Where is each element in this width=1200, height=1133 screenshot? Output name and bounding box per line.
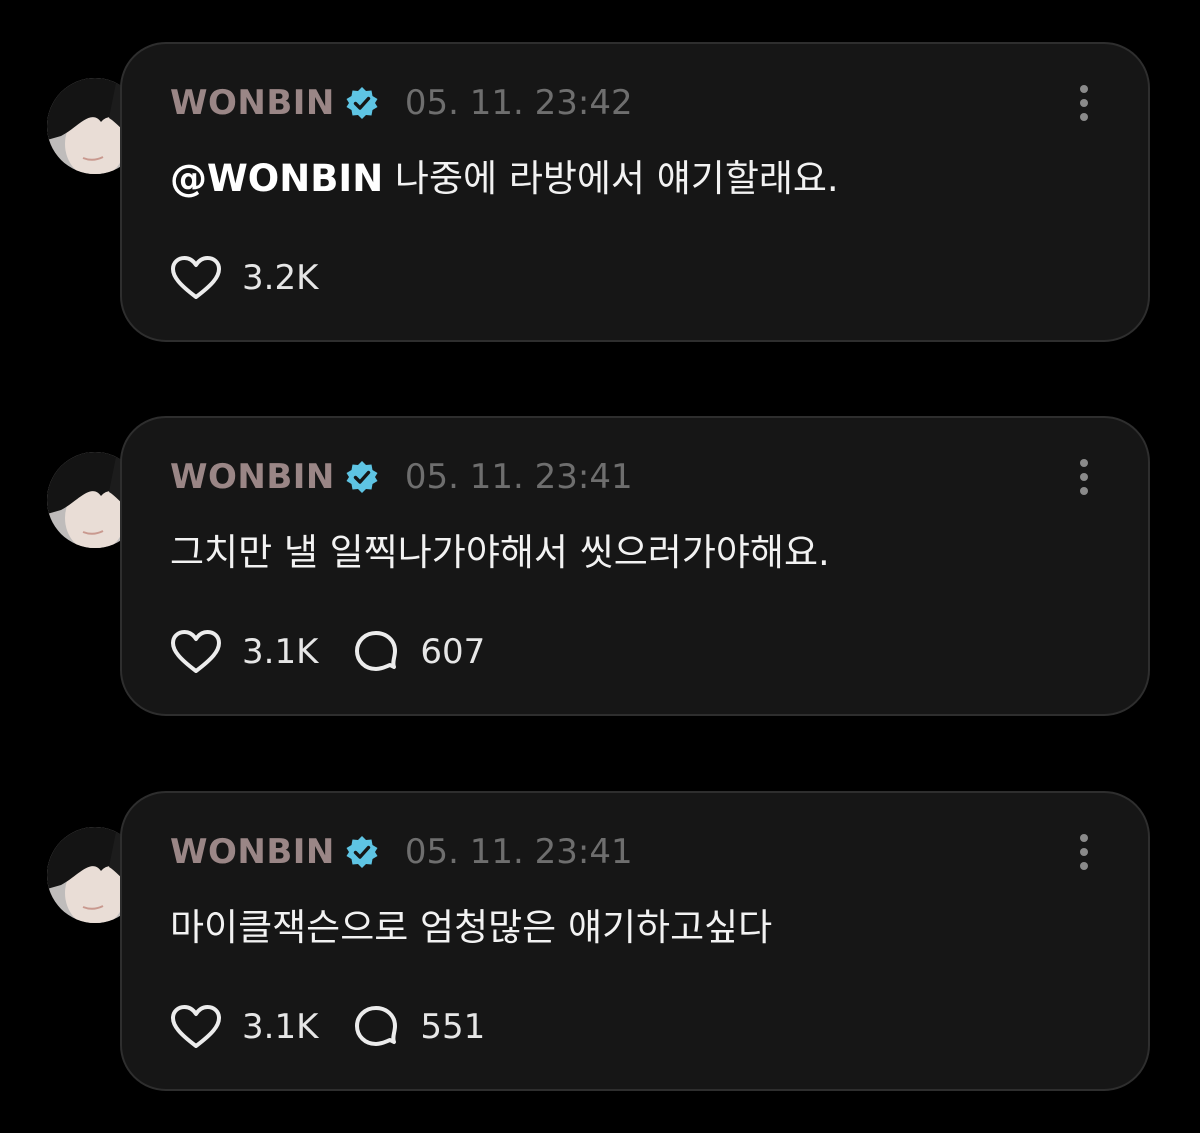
post[interactable]: WONBIN 05. 11. 23:41 그치만 낼 일찍나가야해서 씻으러가야…	[0, 416, 1200, 718]
verified-badge-icon	[345, 460, 379, 494]
more-options-icon[interactable]	[1072, 831, 1096, 873]
username[interactable]: WONBIN	[170, 832, 335, 872]
post-actions: 3.1K 551	[170, 1003, 519, 1051]
like-button[interactable]: 3.1K	[170, 1004, 318, 1050]
comment-bubble-icon	[355, 1006, 398, 1046]
like-count: 3.1K	[242, 632, 319, 672]
comment-bubble-icon	[355, 631, 398, 671]
like-button[interactable]: 3.2K	[170, 255, 318, 301]
timestamp: 05. 11. 23:41	[404, 457, 633, 497]
more-options-icon[interactable]	[1072, 456, 1096, 498]
timestamp: 05. 11. 23:42	[404, 83, 633, 123]
post-card[interactable]: WONBIN 05. 11. 23:42 @WONBIN 나중에 라방에서 얘기…	[120, 42, 1150, 342]
post-card[interactable]: WONBIN 05. 11. 23:41 마이클잭슨으로 엄청많은 얘기하고싶다	[120, 791, 1150, 1091]
post-text: @WONBIN 나중에 라방에서 얘기할래요.	[170, 148, 839, 202]
heart-icon	[171, 256, 221, 299]
heart-icon	[171, 1005, 221, 1048]
username[interactable]: WONBIN	[170, 83, 335, 123]
reply-count: 607	[420, 632, 486, 672]
verified-badge-icon	[345, 86, 379, 120]
reply-button[interactable]: 607	[352, 629, 485, 675]
post-text-content: 나중에 라방에서 얘기할래요.	[383, 157, 839, 200]
post[interactable]: WONBIN 05. 11. 23:42 @WONBIN 나중에 라방에서 얘기…	[0, 42, 1200, 344]
post-actions: 3.1K 607	[170, 628, 519, 676]
timestamp: 05. 11. 23:41	[404, 832, 633, 872]
post-text: 마이클잭슨으로 엄청많은 얘기하고싶다	[170, 906, 773, 949]
like-count: 3.2K	[242, 258, 319, 298]
post[interactable]: WONBIN 05. 11. 23:41 마이클잭슨으로 엄청많은 얘기하고싶다	[0, 791, 1200, 1093]
post-header: WONBIN 05. 11. 23:42	[170, 80, 633, 126]
reply-button[interactable]: 551	[352, 1004, 485, 1050]
post-header: WONBIN 05. 11. 23:41	[170, 454, 633, 500]
like-count: 3.1K	[242, 1007, 319, 1047]
like-button[interactable]: 3.1K	[170, 629, 318, 675]
reply-count: 551	[420, 1007, 486, 1047]
post-text: 그치만 낼 일찍나가야해서 씻으러가야해요.	[170, 531, 830, 574]
post-card[interactable]: WONBIN 05. 11. 23:41 그치만 낼 일찍나가야해서 씻으러가야…	[120, 416, 1150, 716]
username[interactable]: WONBIN	[170, 457, 335, 497]
post-header: WONBIN 05. 11. 23:41	[170, 829, 633, 875]
more-options-icon[interactable]	[1072, 82, 1096, 124]
mention-link[interactable]: @WONBIN	[170, 157, 383, 200]
heart-icon	[171, 630, 221, 673]
post-actions: 3.2K	[170, 254, 352, 302]
verified-badge-icon	[345, 835, 379, 869]
